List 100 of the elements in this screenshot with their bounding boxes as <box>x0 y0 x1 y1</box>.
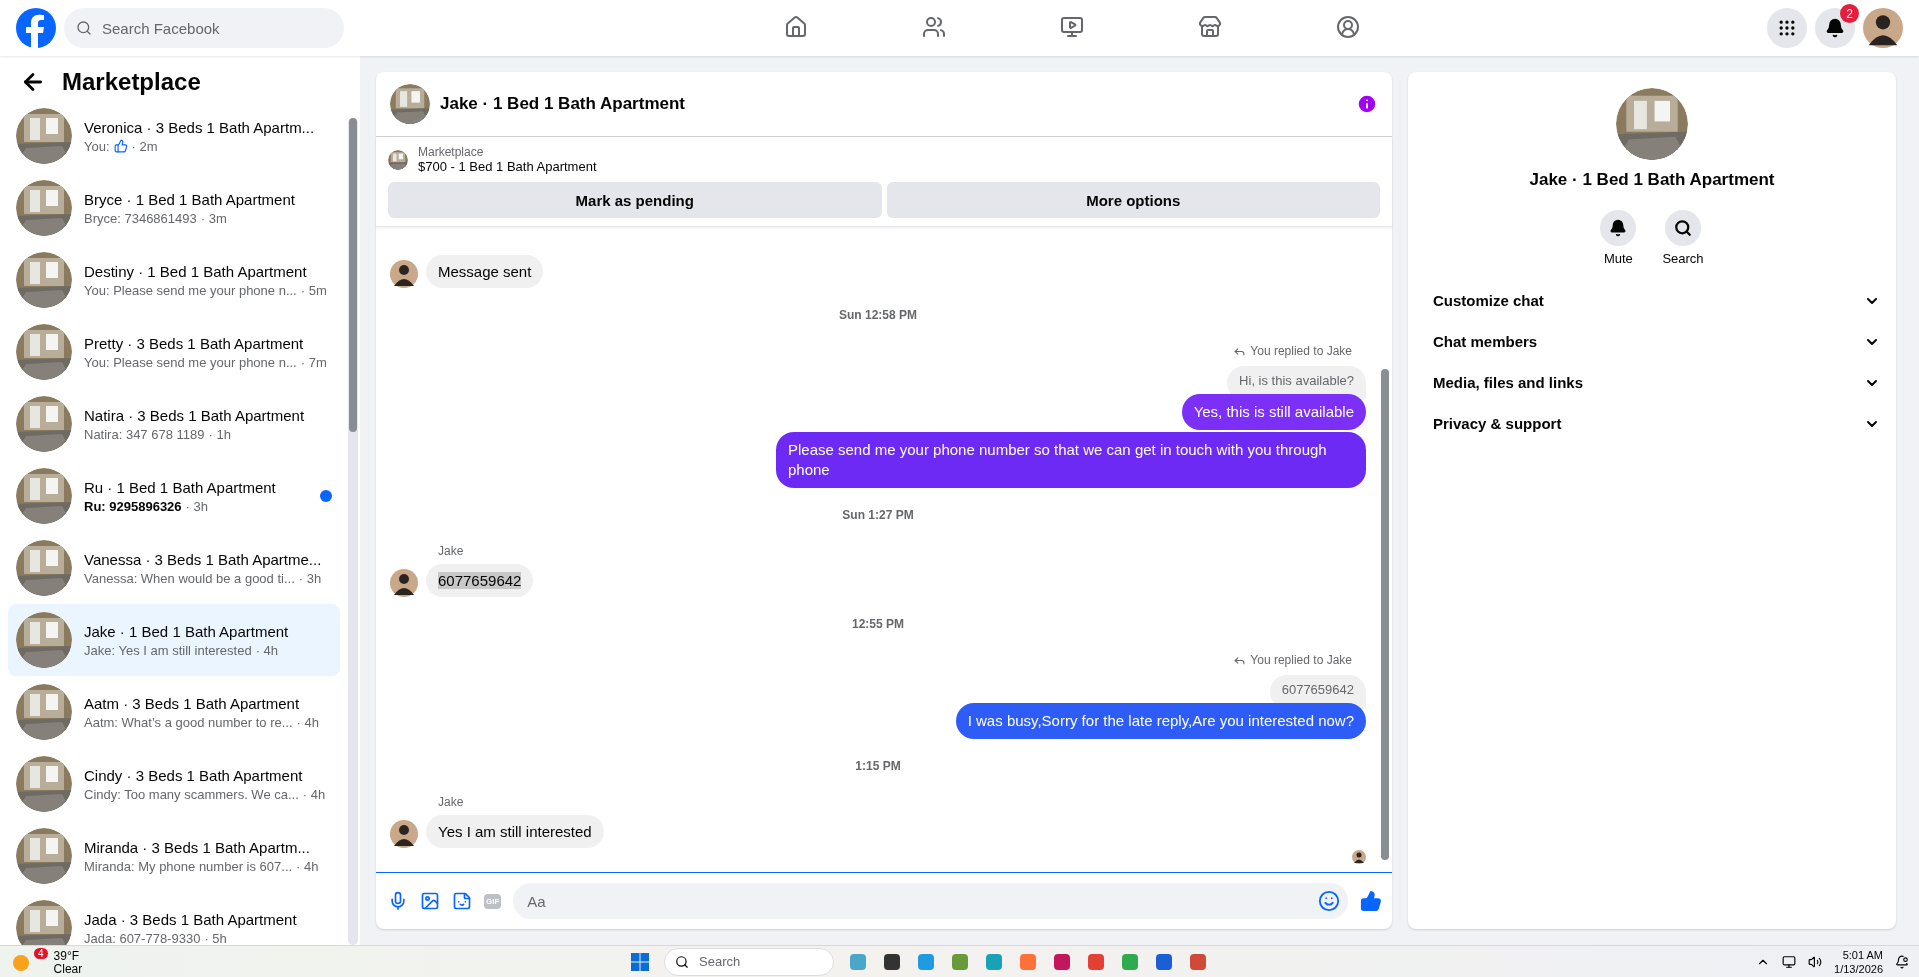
listing-name: $700 - 1 Bed 1 Bath Apartment <box>418 159 597 174</box>
message-field[interactable]: Aa <box>525 891 1318 911</box>
groups-icon <box>1335 14 1360 39</box>
menu-icon <box>1777 18 1797 38</box>
reply-note: You replied to Jake <box>1250 653 1352 667</box>
message-preview: Aatm: What’s a good number to re... <box>84 714 293 730</box>
notification-icon[interactable] <box>1895 954 1909 969</box>
taskbar-search-box[interactable]: Search <box>664 947 834 976</box>
app-icon[interactable] <box>882 951 902 972</box>
conversation-title: Aatm · 3 Beds 1 Bath Apartment <box>84 694 301 712</box>
browser-icon[interactable] <box>916 951 936 972</box>
message-time: · 4h <box>255 642 279 658</box>
weather-badge: 4 <box>34 947 48 959</box>
message-preview: You: Please send me your phone n... <box>84 354 297 370</box>
search-icon <box>1674 219 1692 237</box>
conversation-item[interactable]: Bryce · 1 Bed 1 Bath Apartment Bryce: 7346861493 · 3m <box>8 172 340 244</box>
browser-icon[interactable] <box>1086 951 1106 972</box>
action-button[interactable]: More options <box>886 182 1380 218</box>
display-icon[interactable] <box>1782 954 1797 969</box>
conversation-title: Bryce · 1 Bed 1 Bath Apartment <box>84 190 296 208</box>
conversation-item[interactable]: Pretty · 3 Beds 1 Bath Apartment You: Please send me your phone n... · 7m <box>8 316 340 388</box>
conversation-item[interactable]: Jake · 1 Bed 1 Bath Apartment Jake: Yes I am still interested · 4h <box>8 604 340 676</box>
message-preview: You: <box>84 138 110 154</box>
conversation-title: Natira · 3 Beds 1 Bath Apartment <box>84 406 306 424</box>
browser-icon[interactable] <box>1018 951 1038 972</box>
sticker-icon[interactable] <box>452 891 472 911</box>
windows-icon[interactable] <box>630 951 650 972</box>
chat-title: Jake · 1 Bed 1 Bath Apartment <box>440 94 686 114</box>
message-time: · 2m <box>131 138 158 154</box>
message-time: · 5m <box>300 282 327 298</box>
section-header[interactable]: Media, files and links <box>1416 362 1888 403</box>
search-field[interactable]: Search Facebook <box>100 18 332 38</box>
bell-icon <box>1825 18 1845 38</box>
message-preview: You: Please send me your phone n... <box>84 282 297 298</box>
scrollbar-thumb[interactable] <box>349 118 357 433</box>
conversation-title: Jada · 3 Beds 1 Bath Apartment <box>84 910 298 928</box>
timestamp: Sun 12:58 PM <box>838 308 918 322</box>
search-icon <box>76 20 92 36</box>
message-preview: Bryce: 7346861493 <box>84 210 197 226</box>
video-icon <box>1059 14 1084 39</box>
timestamp: 1:15 PM <box>854 759 902 773</box>
message-preview: Natira: 347 678 1189 <box>84 426 205 442</box>
conversation-item[interactable]: Veronica · 3 Beds 1 Bath Apartm... You: · 2m <box>8 100 340 172</box>
app-icon[interactable] <box>1052 951 1072 972</box>
section-header[interactable]: Privacy & support <box>1416 403 1888 444</box>
message-bubble: Please send me your phone number so that we can get in touch with you through phone <box>776 432 1366 488</box>
conversation-item[interactable]: Miranda · 3 Beds 1 Bath Apartm... Miranda: My phone number is 607... · 4h <box>8 820 340 892</box>
notification-count: 2 <box>1840 4 1859 23</box>
message-time: · 3h <box>298 570 322 586</box>
conversation-title: Cindy · 3 Beds 1 Bath Apartment <box>84 766 304 784</box>
facebook-logo[interactable] <box>16 8 56 48</box>
section-header[interactable]: Customize chat <box>1416 280 1888 321</box>
home-icon <box>783 14 808 39</box>
action-button[interactable]: Mark as pending <box>388 182 882 218</box>
unread-dot <box>320 490 332 502</box>
message-bubble: Yes, this is still available <box>1181 394 1366 430</box>
search-icon <box>675 954 689 969</box>
clock-time: 5:01 AM <box>1842 947 1883 962</box>
conversation-item[interactable]: Aatm · 3 Beds 1 Bath Apartment Aatm: What’s a good number to re... · 4h <box>8 676 340 748</box>
listing-source: Marketplace <box>418 145 485 159</box>
photo-icon[interactable] <box>420 891 440 911</box>
conversation-item[interactable]: Vanessa · 3 Beds 1 Bath Apartme... Vanessa: When would be a good ti... · 3h <box>8 532 340 604</box>
message-preview: Miranda: My phone number is 607... <box>84 858 293 874</box>
conversation-title: Jake · 1 Bed 1 Bath Apartment <box>84 622 290 640</box>
conversation-item[interactable]: Natira · 3 Beds 1 Bath Apartment Natira: 347 678 1189 · 1h <box>8 388 340 460</box>
avatar <box>1352 850 1366 864</box>
message-preview: Jake: Yes I am still interested <box>84 642 252 658</box>
page-title: Marketplace <box>62 68 201 96</box>
browser-icon[interactable] <box>1120 951 1140 972</box>
clock-date: 1/13/2026 <box>1834 961 1883 976</box>
conversation-item[interactable]: Destiny · 1 Bed 1 Bath Apartment You: Please send me your phone n... · 5m <box>8 244 340 316</box>
sender-name: Jake <box>438 544 465 558</box>
message-bubble: I was busy,Sorry for the late reply,Are you interested now? <box>955 703 1366 739</box>
timestamp: Sun 1:27 PM <box>841 508 915 522</box>
emoji-icon <box>1318 890 1340 912</box>
message-time: · 4h <box>302 786 326 802</box>
search-box[interactable]: Search Facebook <box>64 8 344 48</box>
message-preview: Cindy: Too many scammers. We ca... <box>84 786 299 802</box>
volume-icon[interactable] <box>1808 954 1823 969</box>
conversation-title: Miranda · 3 Beds 1 Bath Apartm... <box>84 838 311 856</box>
friends-icon <box>921 14 946 39</box>
message-time: · 3m <box>200 210 227 226</box>
microphone-icon[interactable] <box>388 891 408 911</box>
conversation-title: Destiny · 1 Bed 1 Bath Apartment <box>84 262 308 280</box>
message-box[interactable]: Aa <box>513 883 1348 919</box>
weather-condition: Clear <box>53 962 83 976</box>
like-icon[interactable] <box>1360 890 1382 912</box>
app-icon[interactable] <box>1154 951 1174 972</box>
taskbar-search[interactable]: Search <box>697 953 823 970</box>
conversation-title: Veronica · 3 Beds 1 Bath Apartm... <box>84 118 316 136</box>
conversation-item[interactable]: Cindy · 3 Beds 1 Bath Apartment Cindy: Too many scammers. We ca... · 4h <box>8 748 340 820</box>
timestamp: 12:55 PM <box>851 617 905 631</box>
message-bubble: Message sent <box>426 255 544 288</box>
section-header[interactable]: Chat members <box>1416 321 1888 362</box>
info-icon[interactable] <box>1356 93 1378 115</box>
menu-button[interactable] <box>1767 8 1807 48</box>
scrollbar-thumb[interactable] <box>1381 369 1389 860</box>
message-time: · 3h <box>185 498 208 514</box>
store-icon <box>1197 14 1222 39</box>
conversation-item[interactable]: Ru · 1 Bed 1 Bath Apartment Ru: 9295896326 · 3h <box>8 460 340 532</box>
